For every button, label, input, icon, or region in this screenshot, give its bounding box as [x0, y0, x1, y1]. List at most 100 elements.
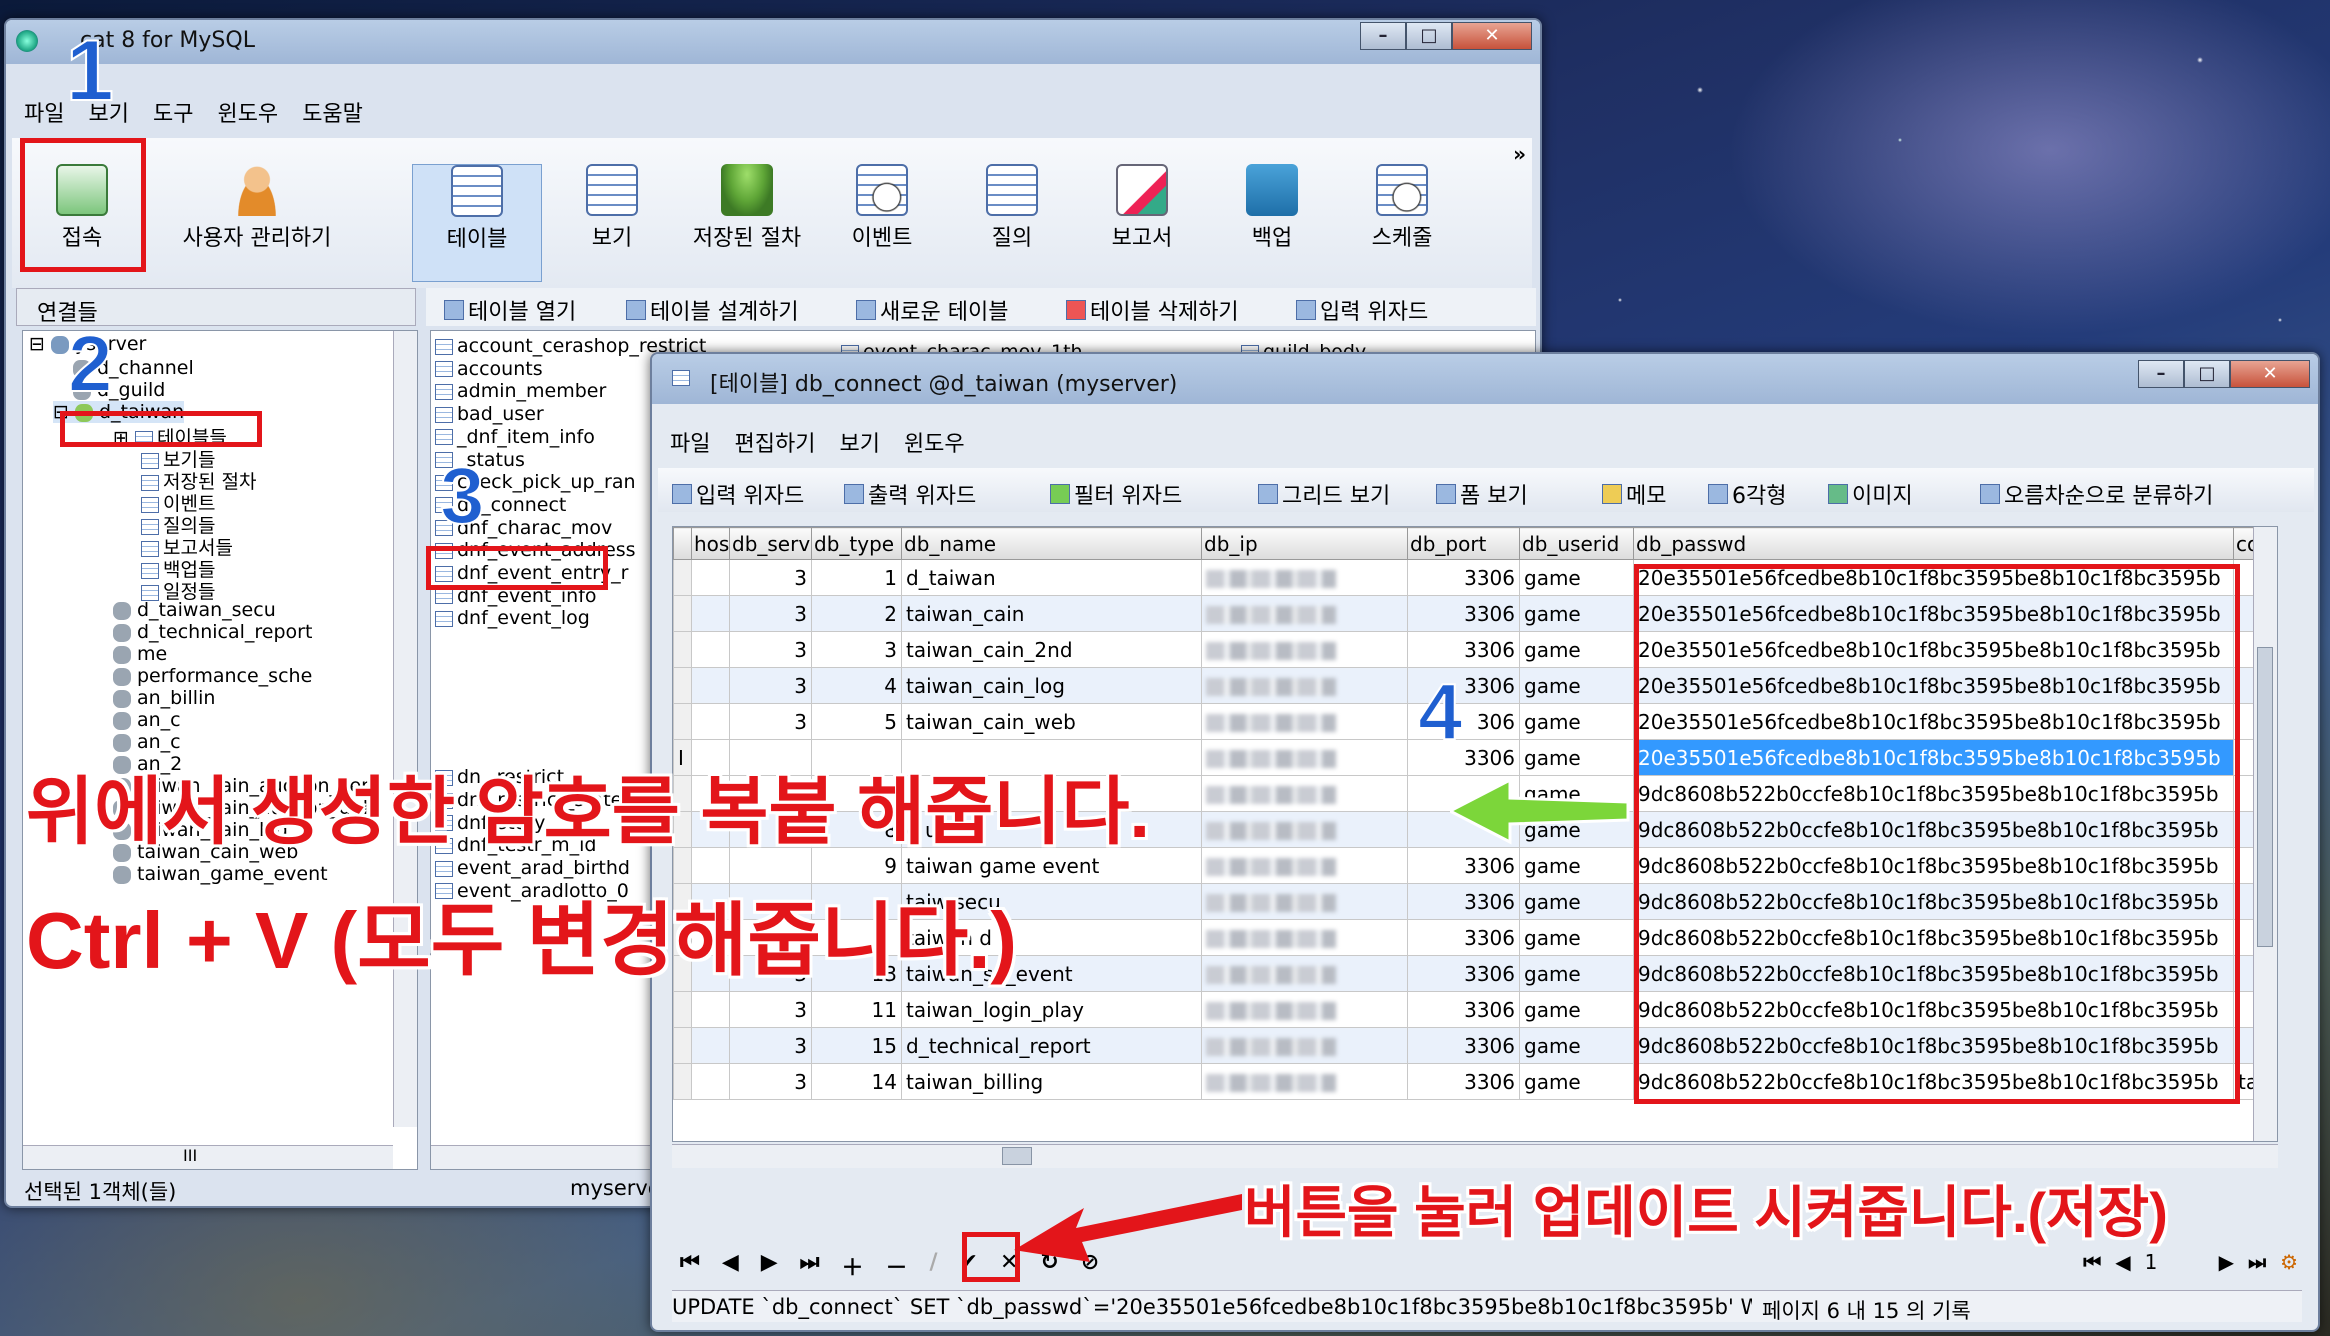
- cell-db-passwd[interactable]: 20e35501e56fcedbe8b10c1f8bc3595be8b10c1f…: [1633, 595, 2234, 632]
- cell-db-passwd[interactable]: 9dc8608b522b0ccfe8b10c1f8bc3595be8b10c1f…: [1633, 847, 2234, 884]
- cell-db-port[interactable]: 3306: [1407, 595, 1520, 632]
- cell-db-passwd[interactable]: 9dc8608b522b0ccfe8b10c1f8bc3595be8b10c1f…: [1633, 1027, 2234, 1064]
- cell-hos[interactable]: [691, 595, 730, 632]
- cell-db-userid[interactable]: game: [1519, 919, 1634, 956]
- tree-db-item[interactable]: an_billin: [113, 687, 215, 709]
- memo-button[interactable]: 메모: [1602, 478, 1666, 510]
- first-page-icon[interactable]: ⏮: [2083, 1250, 2101, 1274]
- cell-db-ip[interactable]: [1201, 811, 1408, 848]
- cell-db-type[interactable]: 2: [811, 595, 902, 632]
- cell-db-userid[interactable]: game: [1519, 847, 1634, 884]
- column-header[interactable]: hos: [691, 527, 730, 560]
- cell-db-type[interactable]: 15: [811, 1027, 902, 1064]
- table-row[interactable]: 3 4 taiwan_cain_log 3306 game 20e35501e56fced…: [673, 667, 2277, 704]
- table-menu-window[interactable]: 윈도우: [892, 426, 977, 458]
- cell-db-passwd[interactable]: 9dc8608b522b0ccfe8b10c1f8bc3595be8b10c1f…: [1633, 955, 2234, 992]
- cell-db-type[interactable]: 1: [811, 559, 902, 596]
- table-list-item[interactable]: bad_user: [435, 403, 544, 425]
- cell-db-passwd[interactable]: 20e35501e56fcedbe8b10c1f8bc3595be8b10c1f…: [1633, 703, 2234, 740]
- table-list-item[interactable]: dnf_event_address: [435, 539, 636, 561]
- column-header[interactable]: db_userid: [1519, 527, 1634, 560]
- cell-db-serv[interactable]: 3: [729, 991, 812, 1028]
- tree-db-item[interactable]: d_technical_report: [113, 621, 312, 643]
- minimize-button[interactable]: –: [1360, 22, 1406, 50]
- cell-db-passwd[interactable]: 20e35501e56fcedbe8b10c1f8bc3595be8b10c1f…: [1633, 739, 2234, 776]
- first-record-icon[interactable]: ⏮: [680, 1250, 700, 1282]
- views-button[interactable]: 보기: [562, 164, 662, 252]
- table-menu-view[interactable]: 보기: [827, 426, 891, 458]
- cell-hos[interactable]: [691, 667, 730, 704]
- cell-db-passwd[interactable]: 20e35501e56fcedbe8b10c1f8bc3595be8b10c1f…: [1633, 559, 2234, 596]
- cell-db-passwd[interactable]: 20e35501e56fcedbe8b10c1f8bc3595be8b10c1f…: [1633, 667, 2234, 704]
- tree-db-item[interactable]: me: [113, 643, 167, 665]
- cell-db-passwd[interactable]: 9dc8608b522b0ccfe8b10c1f8bc3595be8b10c1f…: [1633, 919, 2234, 956]
- cell-db-userid[interactable]: game: [1519, 667, 1634, 704]
- last-page-icon[interactable]: ⏭: [2248, 1250, 2266, 1274]
- tree-vertical-scrollbar[interactable]: [393, 331, 417, 1127]
- delete-table-button[interactable]: 테이블 삭제하기: [1066, 294, 1239, 326]
- cell-db-name[interactable]: taiwan_cain_2nd: [901, 631, 1202, 668]
- cell-hos[interactable]: [691, 1063, 730, 1100]
- column-header[interactable]: db_passwd: [1633, 527, 2234, 560]
- cell-hos[interactable]: [691, 559, 730, 596]
- cell-db-name[interactable]: d_taiwan: [901, 559, 1202, 596]
- cell-hos[interactable]: [691, 703, 730, 740]
- backup-button[interactable]: 백업: [1222, 164, 1322, 252]
- cell-db-port[interactable]: 3306: [1407, 1063, 1520, 1100]
- cell-db-port[interactable]: 3306: [1407, 919, 1520, 956]
- cell-db-userid[interactable]: game: [1519, 883, 1634, 920]
- cell-db-name[interactable]: taiwan_cain_web: [901, 703, 1202, 740]
- cell-db-userid[interactable]: game: [1519, 703, 1634, 740]
- column-header[interactable]: db_type: [811, 527, 902, 560]
- cell-db-ip[interactable]: [1201, 955, 1408, 992]
- cell-db-name[interactable]: taiwan_login_play: [901, 991, 1202, 1028]
- new-table-button[interactable]: 새로운 테이블: [856, 294, 1008, 326]
- cell-db-serv[interactable]: 3: [729, 559, 812, 596]
- import-wizard-button[interactable]: 입력 위자드: [672, 478, 804, 510]
- import-wizard-button[interactable]: 입력 위자드: [1296, 294, 1428, 326]
- connect-button[interactable]: 접속: [32, 164, 132, 252]
- cell-db-userid[interactable]: game: [1519, 1063, 1634, 1100]
- cell-db-userid[interactable]: game: [1519, 595, 1634, 632]
- last-record-icon[interactable]: ⏭: [800, 1250, 820, 1282]
- next-page-icon[interactable]: ▶: [2219, 1250, 2234, 1274]
- cell-db-userid[interactable]: game: [1519, 955, 1634, 992]
- cell-db-userid[interactable]: game: [1519, 559, 1634, 596]
- cell-db-port[interactable]: 3306: [1407, 883, 1520, 920]
- cell-db-ip[interactable]: [1201, 559, 1408, 596]
- cell-db-ip[interactable]: [1201, 667, 1408, 704]
- cell-db-type[interactable]: 4: [811, 667, 902, 704]
- table-row[interactable]: 3 1 d_taiwan 3306 game 20e35501e56fcedbe8b10c…: [673, 559, 2277, 596]
- table-list-item[interactable]: dnf_event_entry_r: [435, 562, 628, 584]
- cell-db-serv[interactable]: 3: [729, 631, 812, 668]
- cell-db-ip[interactable]: [1201, 919, 1408, 956]
- menu-tools[interactable]: 도구: [141, 96, 205, 128]
- tree-db-item[interactable]: an_c: [113, 731, 181, 753]
- cell-db-ip[interactable]: [1201, 703, 1408, 740]
- tree-horizontal-scrollbar[interactable]: III: [23, 1145, 393, 1169]
- column-header[interactable]: db_ip: [1201, 527, 1408, 560]
- cell-hos[interactable]: [691, 991, 730, 1028]
- table-close-button[interactable]: ✕: [2230, 360, 2310, 388]
- table-maximize-button[interactable]: □: [2184, 360, 2230, 388]
- column-header[interactable]: db_port: [1407, 527, 1520, 560]
- procedures-button[interactable]: 저장된 절차: [682, 164, 812, 252]
- add-record-icon[interactable]: ＋: [841, 1250, 863, 1282]
- cell-db-name[interactable]: taiwan_billing: [901, 1063, 1202, 1100]
- row-selector[interactable]: [673, 595, 692, 632]
- cell-db-ip[interactable]: [1201, 883, 1408, 920]
- tables-button[interactable]: 테이블: [412, 164, 542, 282]
- cell-db-ip[interactable]: [1201, 775, 1408, 812]
- cell-db-userid[interactable]: game: [1519, 631, 1634, 668]
- design-table-button[interactable]: 테이블 설계하기: [626, 294, 799, 326]
- maximize-button[interactable]: □: [1406, 22, 1452, 50]
- cell-db-passwd[interactable]: 9dc8608b522b0ccfe8b10c1f8bc3595be8b10c1f…: [1633, 811, 2234, 848]
- cell-db-port[interactable]: 3306: [1407, 991, 1520, 1028]
- cell-db-ip[interactable]: [1201, 847, 1408, 884]
- row-selector[interactable]: [673, 631, 692, 668]
- cell-db-type[interactable]: 14: [811, 1063, 902, 1100]
- toolbar-overflow-icon[interactable]: »: [1513, 142, 1526, 166]
- form-view-button[interactable]: 폼 보기: [1436, 478, 1528, 510]
- cell-db-name[interactable]: taiwan_cain: [901, 595, 1202, 632]
- reports-button[interactable]: 보고서: [1092, 164, 1192, 252]
